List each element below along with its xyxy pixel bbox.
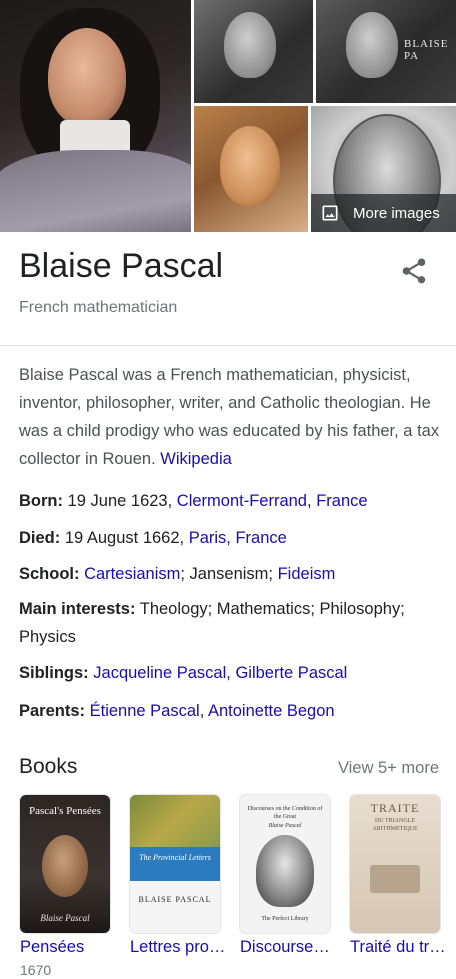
description: Blaise Pascal was a French mathematician… [19, 361, 444, 473]
link-cartesianism[interactable]: Cartesianism [84, 565, 180, 583]
book-cover-author: Blaise Pascal [40, 913, 90, 923]
entity-subtitle: French mathematician [19, 299, 178, 316]
fact-value: 19 June 1623, [67, 492, 173, 510]
book-title-lettres[interactable]: Lettres provinciales [130, 936, 226, 958]
book-cover-author: BLAISE PASCAL [138, 895, 212, 904]
fact-label: Died: [19, 529, 61, 547]
fact-label: Siblings: [19, 664, 89, 682]
image-mosaic: BLAISE PA More images [0, 0, 456, 232]
divider [0, 345, 456, 346]
portrait-image-2[interactable] [194, 0, 313, 103]
fact-school: School: Cartesianism; Jansenism; Fideism [19, 560, 444, 588]
view-more-books-link[interactable]: View 5+ more [338, 759, 439, 778]
book-cover-title: Pascal's Pensées [29, 805, 101, 817]
book-cover-title: TRAITE [370, 801, 420, 815]
books-heading: Books [19, 755, 78, 778]
fact-label: School: [19, 565, 80, 583]
fact-value: 19 August 1662, [64, 529, 185, 547]
book-cover-author: Blaise Pascal [268, 823, 302, 829]
book-title-traite[interactable]: Traité du triangle [350, 936, 446, 958]
fact-main-interests: Main interests: Theology; Mathematics; P… [19, 595, 444, 651]
portrait-image-main[interactable] [0, 0, 191, 232]
link-etienne-pascal[interactable]: Étienne Pascal [90, 702, 200, 720]
more-images-button[interactable]: More images [311, 194, 456, 232]
book-title-pensees[interactable]: Pensées [20, 936, 116, 958]
book-year: 1670 [20, 962, 52, 978]
link-fideism[interactable]: Fideism [278, 565, 336, 583]
entity-title: Blaise Pascal [19, 247, 224, 285]
portrait-image-4[interactable] [194, 106, 308, 232]
portrait-image-3[interactable]: BLAISE PA [316, 0, 456, 103]
image-icon [322, 205, 338, 221]
more-images-label: More images [353, 204, 440, 222]
link-clermont-ferrand[interactable]: Clermont-Ferrand [177, 492, 307, 510]
book-cover-publisher: The Perfect Library [261, 916, 309, 922]
book-cover-pensees[interactable]: Pascal's Pensées Blaise Pascal [20, 795, 110, 933]
fact-born: Born: 19 June 1623, Clermont-Ferrand, Fr… [19, 492, 368, 510]
fact-label: Main interests: [19, 600, 136, 618]
fact-label: Born: [19, 492, 63, 510]
fact-value: ; Jansenism; [180, 565, 273, 583]
fact-siblings: Siblings: Jacqueline Pascal, Gilberte Pa… [19, 664, 348, 682]
book-title-discourses[interactable]: Discourses on the [240, 936, 336, 958]
book-cover-traite[interactable]: TRAITE DU TRIANGLE ARITHMETIQUE [350, 795, 440, 933]
link-paris-france[interactable]: Paris, France [189, 529, 287, 547]
book-cover-discourses[interactable]: Discourses on the Condition of the Great… [240, 795, 330, 933]
book-cover-subtitle: DU TRIANGLE ARITHMETIQUE [372, 818, 418, 832]
book-cover-title: The Provincial Letters [139, 853, 211, 862]
link-gilberte-pascal[interactable]: Gilberte Pascal [235, 664, 347, 682]
wikipedia-link[interactable]: Wikipedia [160, 450, 232, 468]
share-icon[interactable] [399, 256, 429, 286]
link-france[interactable]: France [316, 492, 367, 510]
link-jacqueline-pascal[interactable]: Jacqueline Pascal [93, 664, 226, 682]
book-cover-lettres[interactable]: The Provincial Letters BLAISE PASCAL [130, 795, 220, 933]
image-caption: BLAISE PA [404, 38, 449, 62]
fact-died: Died: 19 August 1662, Paris, France [19, 524, 444, 552]
book-cover-title: Discourses on the Condition of the Great [247, 806, 323, 820]
fact-parents: Parents: Étienne Pascal, Antoinette Bego… [19, 702, 335, 720]
fact-label: Parents: [19, 702, 86, 720]
link-antoinette-begon[interactable]: Antoinette Begon [208, 702, 335, 720]
